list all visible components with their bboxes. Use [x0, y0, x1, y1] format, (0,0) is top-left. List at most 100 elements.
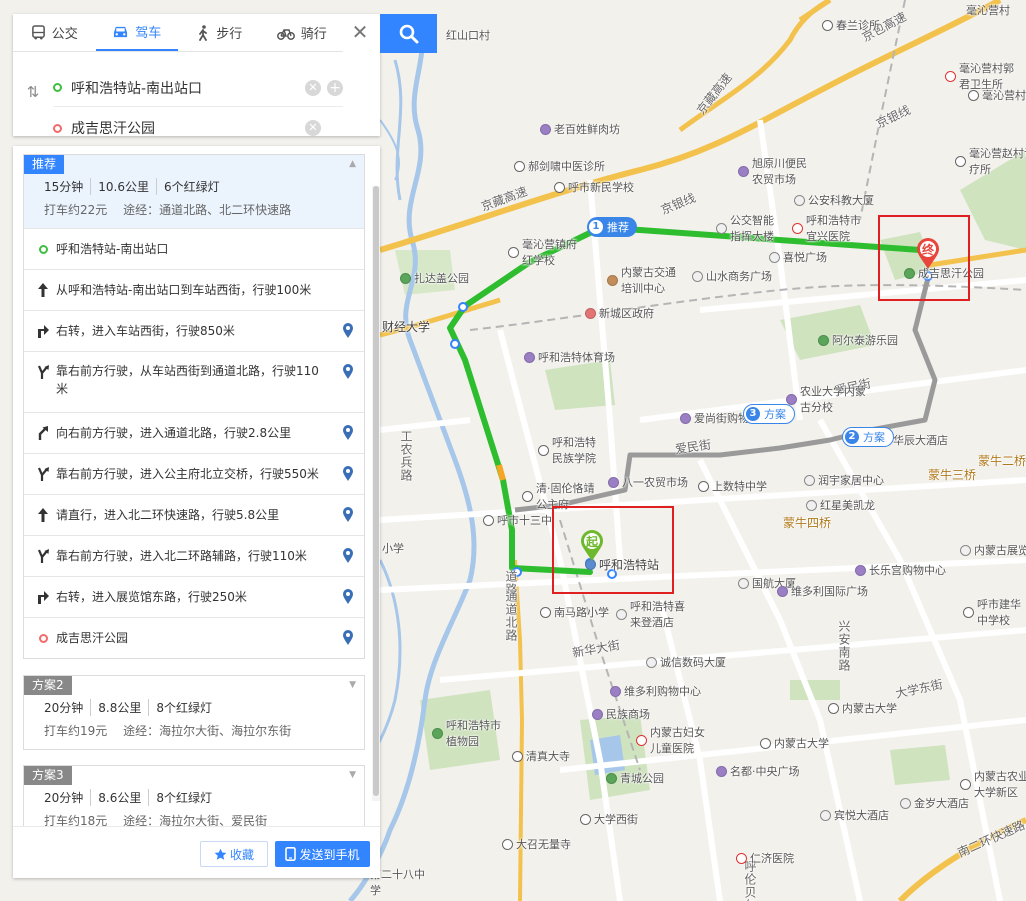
poi-label[interactable]: 内蒙古妇女儿童医院 [636, 724, 710, 756]
poi-label[interactable]: 金岁大酒店 [900, 795, 969, 811]
bus-stop-icon [540, 606, 551, 618]
favorite-button[interactable]: 收藏 [200, 841, 268, 867]
poi-label[interactable]: 春兰诊所 [822, 17, 880, 33]
plan-recommended[interactable]: 推荐 ▲ 15分钟 10.6公里 6个红绿灯 打车约22元 途经：通道北路、北二… [23, 154, 365, 659]
poi-label[interactable]: 大召无量寺 [502, 836, 571, 852]
route-label-recommended[interactable]: 1 推荐 [587, 217, 637, 237]
poi-label[interactable]: 南马路小学 [540, 604, 609, 620]
poi-label[interactable]: 呼和浩特市宜兴医院 [792, 212, 866, 244]
poi-label[interactable]: 呼和浩特体育场 [524, 349, 615, 365]
step-item[interactable]: 向右前方行驶，进入通道北路，行驶2.8公里 [24, 412, 364, 453]
locate-pin-icon[interactable] [342, 323, 354, 339]
poi-label[interactable]: 民族商场 [592, 706, 650, 722]
poi-label[interactable]: 内蒙古大学 [828, 700, 897, 716]
step-item[interactable]: 靠右前方行驶，进入北二环路辅路，行驶110米 [24, 535, 364, 576]
poi-label[interactable]: 新城区政府 [585, 305, 654, 321]
step-item[interactable]: 请直行，进入北二环快速路，行驶5.8公里 [24, 494, 364, 535]
expand-arrow-icon[interactable]: ▼ [349, 770, 356, 780]
collapse-arrow-icon[interactable]: ▲ [349, 159, 356, 169]
poi-label[interactable]: 红星美凯龙 [806, 497, 875, 513]
poi-label[interactable]: 大学西街 [580, 811, 638, 827]
swap-icon[interactable]: ⇅ [24, 83, 42, 103]
poi-label[interactable]: 青城公园 [606, 770, 664, 786]
poi-label[interactable]: 八一农贸市场 [608, 474, 688, 490]
step-item[interactable]: 右转，进入车站西街，行驶850米 [24, 310, 364, 351]
poi-label[interactable]: 呼市建华中学校 [963, 596, 1026, 628]
poi-label[interactable]: 旭原川便民农贸市场 [738, 155, 812, 187]
send-to-phone-button[interactable]: 发送到手机 [275, 841, 370, 867]
close-icon[interactable]: ✕ [349, 22, 371, 44]
poi-label[interactable]: 呼市十三中 [483, 512, 552, 528]
locate-pin-icon[interactable] [342, 589, 354, 605]
end-field[interactable]: 成吉思汗公园 ✕ [53, 109, 343, 147]
poi-label[interactable]: 扎达盖公园 [400, 270, 469, 286]
poi-label[interactable]: 名都·中央广场 [716, 763, 800, 779]
poi-label[interactable]: 呼和浩特市植物园 [432, 717, 508, 749]
step-item[interactable]: 从呼和浩特站-南出站口到车站西街，行驶100米 [24, 269, 364, 310]
clear-start-icon[interactable]: ✕ [305, 79, 321, 96]
poi-label[interactable]: 宾悦大酒店 [820, 807, 889, 823]
poi-label[interactable]: 内蒙古大学 [760, 735, 829, 751]
poi-label[interactable]: 华辰大酒店 [893, 432, 948, 448]
poi-label[interactable]: 公安科教大厦 [794, 192, 874, 208]
plan-summary: 15分钟 10.6公里 6个红绿灯 [24, 174, 364, 195]
poi-label[interactable]: 呼市新民学校 [554, 179, 634, 195]
plan-2[interactable]: 方案2 ▼ 20分钟 8.8公里 8个红绿灯 打车约19元 途经：海拉尔大街、海… [23, 675, 365, 750]
step-start[interactable]: 呼和浩特站-南出站口 [24, 228, 364, 269]
tab-bus[interactable]: 公交 [13, 14, 96, 51]
add-waypoint-icon[interactable]: + [327, 79, 343, 96]
poi-label[interactable]: 郝剑啸中医诊所 [514, 158, 605, 174]
start-field[interactable]: 呼和浩特站-南出站口 ✕ + [53, 69, 343, 107]
expand-arrow-icon[interactable]: ▼ [349, 680, 356, 690]
search-button[interactable] [380, 14, 437, 53]
poi-label[interactable]: 呼和浩特民族学院 [538, 434, 600, 466]
poi-label[interactable]: 内蒙古展览馆 [960, 542, 1026, 558]
locate-pin-icon[interactable] [342, 507, 354, 523]
poi-label[interactable]: 清真大寺 [512, 748, 570, 764]
poi-label[interactable]: 农业大学内蒙古分校 [786, 383, 872, 415]
clear-end-icon[interactable]: ✕ [305, 120, 321, 136]
locate-pin-icon[interactable] [342, 425, 354, 441]
poi-label[interactable]: 阿尔泰游乐园 [818, 332, 898, 348]
step-end[interactable]: 成吉思汗公园 [24, 617, 364, 658]
poi-label[interactable]: 毫沁营赵村诊疗所 [955, 145, 1026, 177]
building-icon [794, 194, 805, 206]
step-item[interactable]: 右转，进入展览馆东路，行驶250米 [24, 576, 364, 617]
poi-label[interactable]: 红山口村 [446, 27, 490, 43]
poi-label[interactable]: 喜悦广场 [769, 249, 827, 265]
poi-label[interactable]: 上数特中学 [698, 478, 767, 494]
route-label-plan2[interactable]: 2 方案 [842, 427, 894, 447]
poi-label[interactable]: 财经大学 [382, 318, 430, 335]
poi-label[interactable]: 维多利购物中心 [610, 683, 701, 699]
locate-pin-icon[interactable] [342, 364, 354, 380]
poi-label[interactable]: 诚信数码大厦 [646, 654, 726, 670]
tab-bike[interactable]: 骑行 [261, 14, 344, 51]
step-item[interactable]: 靠右前方行驶，进入公主府北立交桥，行驶550米 [24, 453, 364, 494]
poi-label[interactable]: 毫沁营镇府红学校 [508, 236, 582, 268]
poi-label[interactable]: 山水商务广场 [692, 268, 772, 284]
step-item[interactable]: 靠右前方行驶，从车站西街到通道北路，行驶110米 [24, 351, 364, 412]
poi-label[interactable]: 维多利国际广场 [777, 583, 868, 599]
poi-label[interactable]: 呼和浩特喜来登酒店 [616, 598, 692, 630]
poi-label[interactable]: 爱尚街购物 [680, 410, 749, 426]
poi-label[interactable]: 润宇家居中心 [804, 472, 884, 488]
locate-pin-icon[interactable] [342, 548, 354, 564]
plan-header[interactable]: 推荐 ▲ 15分钟 10.6公里 6个红绿灯 打车约22元 途经：通道北路、北二… [24, 155, 364, 228]
poi-label[interactable]: 内蒙古农业大学新区 [960, 768, 1026, 800]
locate-pin-icon[interactable] [342, 630, 354, 646]
tab-walk[interactable]: 步行 [178, 14, 261, 51]
poi-label[interactable]: 老百姓鲜肉坊 [540, 121, 620, 137]
route-label-plan3[interactable]: 3 方案 [743, 404, 795, 424]
poi-label[interactable]: 毫沁营村 [968, 87, 1026, 103]
plan-taxi: 打车约22元 [44, 203, 108, 217]
poi-label[interactable]: 仁济医院 [736, 850, 794, 866]
tab-drive[interactable]: 驾车 [95, 14, 178, 51]
poi-label[interactable]: 毫沁营村 [966, 2, 1010, 18]
poi-label[interactable]: 公交智能指挥大楼 [716, 212, 778, 244]
poi-label[interactable]: 小学 [382, 540, 404, 556]
locate-pin-icon[interactable] [342, 466, 354, 482]
step-text: 向右前方行驶，进入通道北路，行驶2.8公里 [56, 426, 292, 440]
poi-label[interactable]: 内蒙古交通培训中心 [607, 264, 681, 296]
scrollbar-thumb[interactable] [373, 186, 379, 796]
poi-label[interactable]: 长乐宫购物中心 [855, 562, 946, 578]
